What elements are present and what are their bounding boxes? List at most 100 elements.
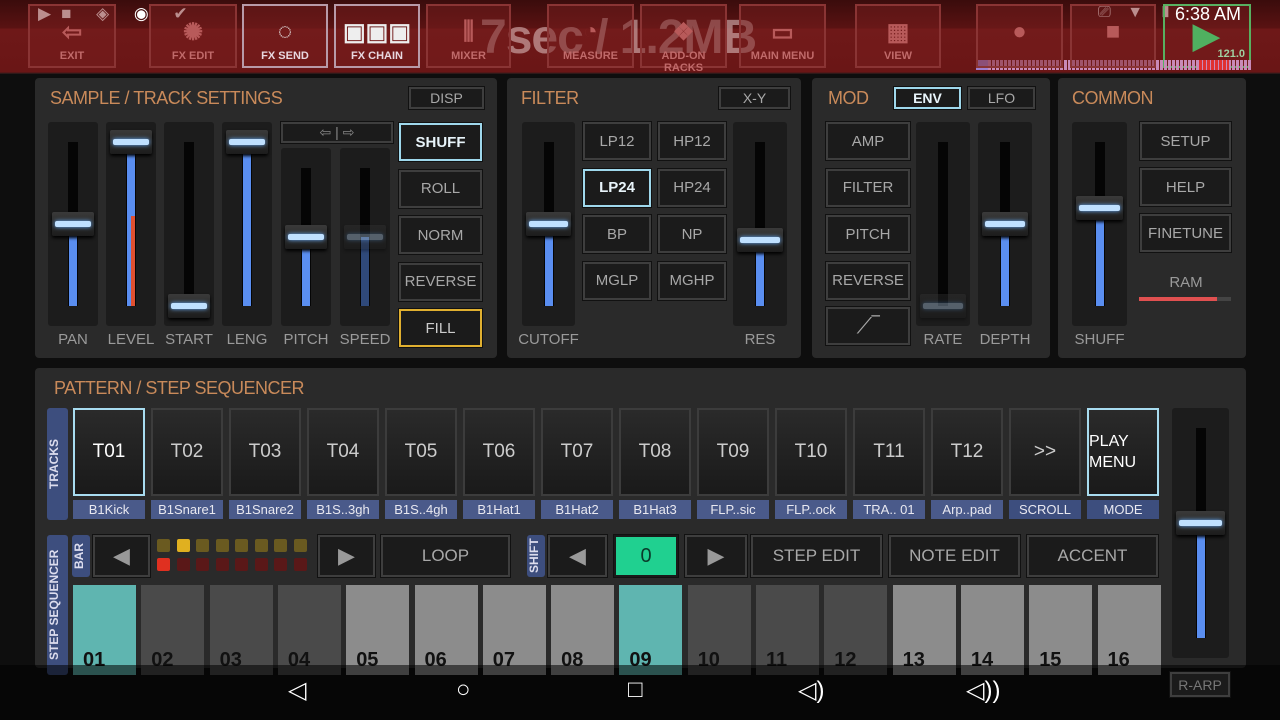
track-name[interactable]: B1Snare2: [229, 500, 301, 519]
step-pad[interactable]: 04: [277, 585, 341, 675]
mixer-button[interactable]: ⫼ MIXER: [426, 4, 511, 68]
fx-send-button[interactable]: ◌ FX SEND: [242, 4, 328, 68]
track-name[interactable]: SCROLL: [1009, 500, 1081, 519]
loop-button[interactable]: LOOP: [380, 534, 511, 578]
roll-button[interactable]: ROLL: [398, 168, 483, 209]
finetune-button[interactable]: FINETUNE: [1139, 213, 1232, 253]
bar-led[interactable]: [293, 558, 307, 571]
step-pad[interactable]: 11: [756, 585, 819, 675]
level-slider[interactable]: [106, 122, 156, 326]
track-button[interactable]: T01: [73, 408, 145, 496]
step-pad[interactable]: 02: [141, 585, 205, 675]
res-slider[interactable]: [733, 122, 787, 326]
shuff-button[interactable]: SHUFF: [398, 122, 483, 162]
track-name[interactable]: B1Hat3: [619, 500, 691, 519]
step-edit-button[interactable]: STEP EDIT: [750, 534, 883, 578]
filter-bp-button[interactable]: BP: [582, 214, 652, 254]
slider-handle[interactable]: [1176, 510, 1225, 535]
track-name[interactable]: B1S..4gh: [385, 500, 457, 519]
bar-led[interactable]: [215, 539, 229, 552]
bar-led[interactable]: [274, 539, 287, 552]
filter-hp24-button[interactable]: HP24: [657, 167, 727, 208]
bar-led[interactable]: [235, 539, 248, 552]
track-name[interactable]: Arp..pad: [931, 500, 1003, 519]
mod-filter-button[interactable]: FILTER: [825, 167, 911, 208]
step-pad[interactable]: 07: [482, 585, 546, 675]
speed-slider[interactable]: [340, 148, 390, 326]
note-edit-button[interactable]: NOTE EDIT: [888, 534, 1021, 578]
track-button[interactable]: T12: [931, 408, 1003, 496]
slider-handle[interactable]: [168, 294, 210, 318]
main-menu-button[interactable]: ▭ MAIN MENU: [739, 4, 826, 68]
slider-handle[interactable]: [285, 225, 327, 249]
mod-amp-button[interactable]: AMP: [825, 121, 911, 161]
slider-handle[interactable]: [110, 130, 152, 154]
track-button[interactable]: T10: [775, 408, 847, 496]
track-volume-slider[interactable]: [1172, 408, 1229, 658]
shift-prev-button[interactable]: ◀: [547, 534, 608, 578]
bar-led[interactable]: [274, 558, 287, 571]
bar-led[interactable]: [176, 558, 190, 571]
bar-led[interactable]: [235, 558, 248, 571]
filter-lp12-button[interactable]: LP12: [582, 121, 652, 161]
setup-button[interactable]: SETUP: [1139, 121, 1232, 161]
bar-led[interactable]: [196, 558, 209, 571]
rate-slider[interactable]: [916, 122, 970, 326]
help-button[interactable]: HELP: [1139, 167, 1232, 207]
track-button[interactable]: T05: [385, 408, 457, 496]
bar-led[interactable]: [293, 539, 307, 552]
step-pad[interactable]: 12: [824, 585, 888, 675]
start-slider[interactable]: [164, 122, 214, 326]
filter-lp24-button[interactable]: LP24: [582, 167, 652, 208]
add-on-racks-button[interactable]: ❖ ADD-ON RACKS: [640, 4, 727, 74]
volume-down-icon[interactable]: ◁): [798, 676, 824, 705]
track-button[interactable]: >>: [1009, 408, 1081, 496]
slider-handle[interactable]: [920, 294, 966, 318]
step-pad[interactable]: 13: [892, 585, 956, 675]
measure-button[interactable]: ◔ MEASURE: [547, 4, 634, 68]
shift-next-button[interactable]: ▶: [684, 534, 748, 578]
track-button[interactable]: T07: [541, 408, 613, 496]
bar-next-button[interactable]: ▶: [317, 534, 376, 578]
step-pad[interactable]: 03: [209, 585, 273, 675]
slider-handle[interactable]: [344, 225, 386, 249]
step-pad[interactable]: 01: [73, 585, 136, 675]
track-button[interactable]: T06: [463, 408, 535, 496]
home-icon[interactable]: ○: [456, 676, 471, 704]
record-button[interactable]: ●: [976, 4, 1063, 68]
play-menu-button[interactable]: PLAY MENU: [1087, 408, 1159, 496]
pan-slider[interactable]: [48, 122, 98, 326]
fx-edit-button[interactable]: ✺ FX EDIT: [149, 4, 237, 68]
norm-button[interactable]: NORM: [398, 215, 483, 255]
step-pad[interactable]: 05: [346, 585, 410, 675]
mode-label[interactable]: MODE: [1087, 500, 1159, 519]
bar-led[interactable]: [157, 539, 170, 552]
filter-mglp-button[interactable]: MGLP: [582, 260, 652, 301]
slider-handle[interactable]: [526, 212, 571, 236]
bar-led[interactable]: [254, 539, 268, 552]
fill-button[interactable]: FILL: [398, 308, 483, 348]
tab-lfo[interactable]: LFO: [967, 86, 1036, 110]
track-name[interactable]: FLP..ock: [775, 500, 847, 519]
stop-button[interactable]: ■: [1070, 4, 1156, 68]
track-button[interactable]: T09: [697, 408, 769, 496]
fx-chain-button[interactable]: ▣▣▣ FX CHAIN: [334, 4, 420, 68]
bar-prev-button[interactable]: ◀: [92, 534, 151, 578]
depth-slider[interactable]: [978, 122, 1032, 326]
back-icon[interactable]: ◁: [288, 676, 306, 705]
mod-reverse-button[interactable]: REVERSE: [825, 260, 911, 301]
disp-button[interactable]: DISP: [408, 86, 485, 110]
accent-button[interactable]: ACCENT: [1026, 534, 1159, 578]
step-pad[interactable]: 08: [551, 585, 615, 675]
envelope-shape-button[interactable]: ⟋‾: [825, 306, 911, 346]
track-button[interactable]: T08: [619, 408, 691, 496]
bar-led[interactable]: [196, 539, 209, 552]
track-name[interactable]: B1Snare1: [151, 500, 223, 519]
track-name[interactable]: TRA.. 01: [853, 500, 925, 519]
track-name[interactable]: B1Kick: [73, 500, 145, 519]
track-name[interactable]: FLP..sic: [697, 500, 769, 519]
track-button[interactable]: T03: [229, 408, 301, 496]
leng-slider[interactable]: [222, 122, 272, 326]
bar-led[interactable]: [157, 558, 170, 571]
step-pad[interactable]: 09: [619, 585, 683, 675]
